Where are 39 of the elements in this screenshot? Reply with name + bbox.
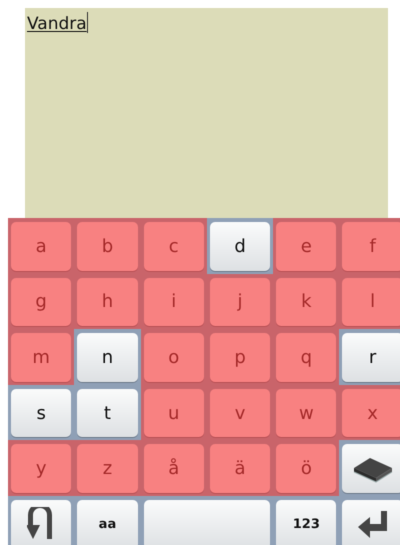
letter-key[interactable]: ä: [210, 444, 270, 493]
letter-key[interactable]: å: [144, 444, 204, 493]
letter-key[interactable]: c: [144, 222, 204, 271]
letter-key[interactable]: a: [11, 222, 72, 271]
letter-key[interactable]: t: [77, 388, 138, 438]
letter-key[interactable]: e: [276, 222, 336, 271]
letter-key[interactable]: n: [77, 333, 138, 382]
undo-key[interactable]: [11, 500, 72, 545]
letter-key[interactable]: l: [342, 278, 400, 326]
letter-key[interactable]: v: [210, 388, 270, 438]
letter-key[interactable]: r: [342, 333, 400, 382]
letter-key[interactable]: w: [276, 388, 336, 438]
enter-key[interactable]: [342, 500, 400, 545]
letter-key[interactable]: d: [210, 222, 270, 271]
letter-key[interactable]: m: [11, 333, 72, 382]
letter-key[interactable]: h: [77, 278, 138, 326]
typed-text: Vandra: [27, 14, 87, 34]
clear-key[interactable]: [342, 444, 400, 493]
letter-key[interactable]: x: [342, 388, 400, 438]
letter-key[interactable]: i: [144, 278, 204, 326]
letter-key[interactable]: u: [144, 388, 204, 438]
letter-key[interactable]: q: [276, 333, 336, 382]
mode-key[interactable]: aa: [77, 500, 138, 545]
letter-key[interactable]: g: [11, 278, 72, 326]
letter-key[interactable]: k: [276, 278, 336, 326]
enter-icon: [356, 509, 390, 540]
text-area[interactable]: Vandra: [25, 8, 388, 218]
letter-key[interactable]: o: [144, 333, 204, 382]
letter-key[interactable]: y: [11, 444, 72, 493]
text-cursor: [86, 12, 88, 33]
space-key[interactable]: [144, 500, 270, 545]
mode-key[interactable]: 123: [276, 500, 336, 545]
letter-key[interactable]: j: [210, 278, 270, 326]
letter-key[interactable]: s: [11, 388, 72, 438]
letter-key[interactable]: ö: [276, 444, 336, 493]
letter-key[interactable]: z: [77, 444, 138, 493]
letter-key[interactable]: b: [77, 222, 138, 271]
letter-key[interactable]: f: [342, 222, 400, 271]
letter-key[interactable]: p: [210, 333, 270, 382]
